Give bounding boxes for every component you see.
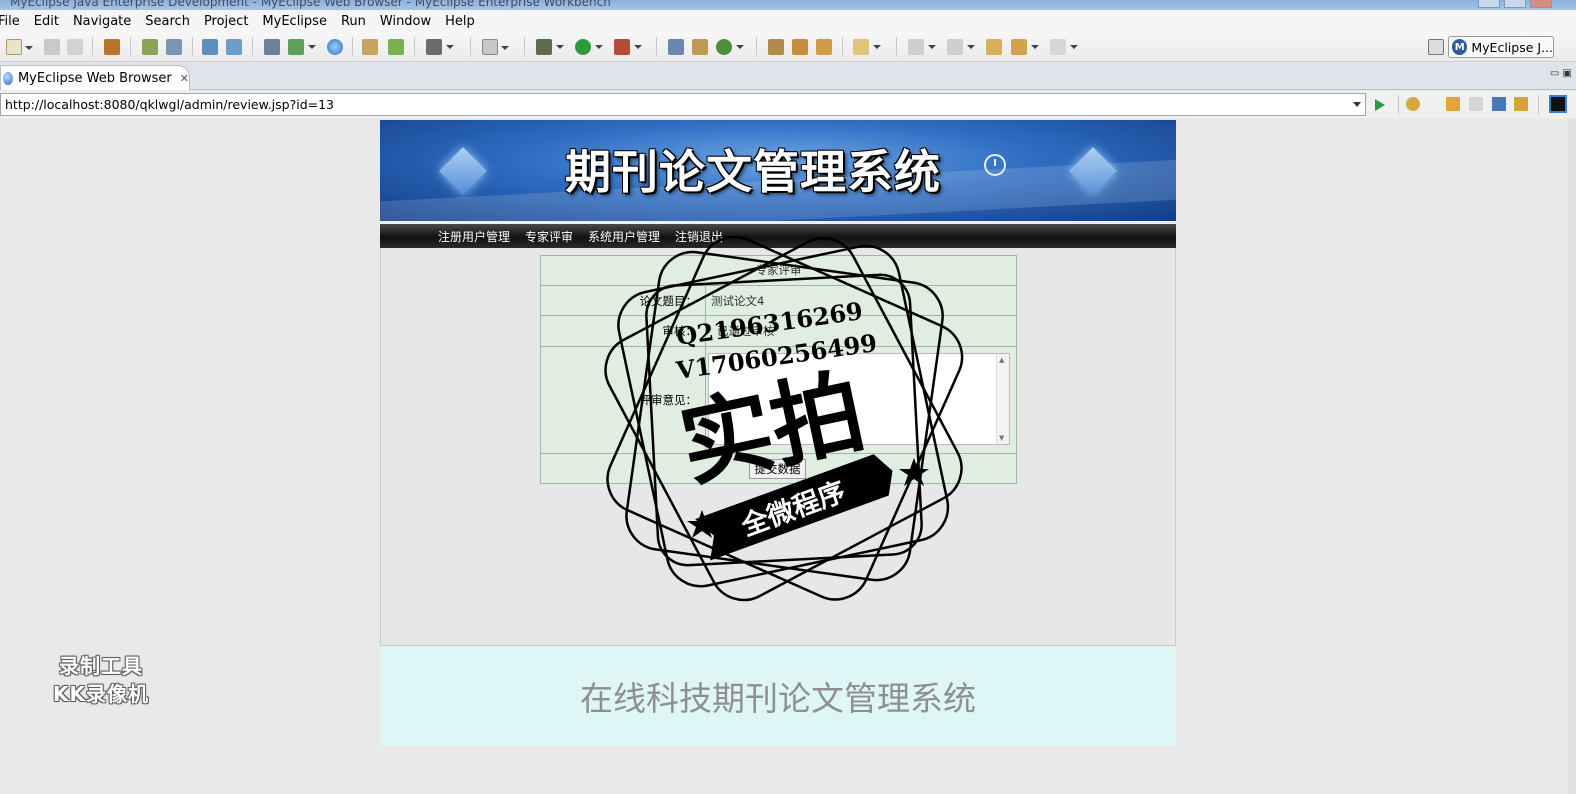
open-resource-icon[interactable] [226,39,242,55]
browser-viewport: 期刊论文管理系统 注册用户管理 专家评审 系统用户管理 注销退出 专家评审 论文… [0,118,1576,794]
maximize-window-button[interactable] [1504,0,1526,8]
title-label: 论文题目： [541,286,706,315]
web-page: 期刊论文管理系统 注册用户管理 专家评审 系统用户管理 注销退出 专家评审 论文… [380,120,1176,748]
package-icon[interactable] [104,39,120,55]
open-folder-icon[interactable] [853,39,881,55]
minimize-maximize-icon[interactable]: ▭ ▣ [1550,68,1572,79]
editor-tab-strip: MyEclipse Web Browser ✕ ▭ ▣ [0,63,1576,90]
comment-label: 评审意见： [541,347,706,453]
save-icon[interactable] [44,39,60,55]
clock-icon [984,154,1006,176]
form-caption-row: 专家评审 [541,256,1016,286]
new-server-icon[interactable] [288,39,316,55]
globe-icon [3,71,13,85]
close-tab-icon[interactable]: ✕ [180,72,189,85]
form-row-comment: 评审意见： [541,347,1016,454]
nav-logout[interactable]: 注销退出 [675,228,723,245]
new-wizard-icon[interactable] [6,39,33,55]
close-window-button[interactable] [1530,0,1552,8]
nav-expert-review[interactable]: 专家评审 [525,228,573,245]
window-title-bar: MyEclipse Java Enterprise Development - … [0,0,1576,10]
console-icon[interactable] [1549,95,1567,113]
form-caption: 专家评审 [755,263,802,277]
forward-arrow-icon[interactable] [1050,39,1078,55]
menu-myeclipse[interactable]: MyEclipse [255,14,334,29]
reload-icon[interactable] [1514,97,1528,111]
debug-icon[interactable] [536,39,564,55]
window-title: MyEclipse Java Enterprise Development - … [10,0,611,9]
last-edit-icon[interactable] [986,39,1002,55]
web-browser-icon[interactable] [327,39,343,55]
hierarchy-icon[interactable] [264,39,280,55]
menu-window[interactable]: Window [373,14,438,29]
browser-address-row: http://localhost:8080/qklwgl/admin/revie… [0,91,1576,118]
menu-file[interactable]: File [0,14,27,29]
heart-diamond-icon [1068,146,1118,196]
menu-search[interactable]: Search [138,14,197,29]
properties-icon[interactable] [692,39,708,55]
folder-icon[interactable] [362,39,378,55]
myeclipse-perspective-icon: M [1452,39,1468,55]
tab-web-browser[interactable]: MyEclipse Web Browser ✕ [0,65,190,90]
url-text: http://localhost:8080/qklwgl/admin/revie… [5,97,335,112]
perspective-switcher[interactable]: M MyEclipse J... [1448,36,1554,58]
textarea-scrollbar[interactable] [996,354,1009,444]
menu-edit[interactable]: Edit [27,14,66,29]
browser-back-icon[interactable] [1446,97,1460,111]
next-annotation-icon[interactable] [908,39,936,55]
title-value: 测试论文4 [711,293,765,308]
stop-icon[interactable] [1492,97,1506,111]
main-toolbar [0,32,1576,62]
perspective-label: MyEclipse J... [1471,39,1553,55]
page-content: 专家评审 论文题目： 测试论文4 审核： 已通过审核 评审意见： ▲ ▼ 提交数… [380,248,1176,646]
briefcase-icon[interactable] [816,39,832,55]
back-arrow-icon[interactable] [1011,39,1039,55]
open-type-icon[interactable] [202,39,218,55]
url-input[interactable]: http://localhost:8080/qklwgl/admin/revie… [0,93,1366,116]
previous-annotation-icon[interactable] [947,39,975,55]
ant-icon[interactable] [668,39,684,55]
menu-run[interactable]: Run [334,14,373,29]
nav-system-users[interactable]: 系统用户管理 [588,228,660,245]
form-row-status: 审核： 已通过审核 [541,316,1016,347]
open-perspective-icon[interactable] [1428,39,1444,55]
menu-help[interactable]: Help [438,14,482,29]
status-value[interactable]: 已通过审核 [717,316,775,346]
form-row-title: 论文题目： 测试论文4 [541,286,1016,316]
run-icon[interactable] [575,39,603,55]
pencil-icon[interactable] [792,39,808,55]
site-nav: 注册用户管理 专家评审 系统用户管理 注销退出 [380,224,1176,248]
refresh-icon[interactable] [716,39,744,55]
review-form: 专家评审 论文题目： 测试论文4 审核： 已通过审核 评审意见： ▲ ▼ 提交数… [540,255,1017,484]
add-folder-icon[interactable] [388,39,404,55]
go-icon[interactable] [1375,99,1385,111]
form-row-submit: 提交数据 [541,454,1016,483]
nav-user-management[interactable]: 注册用户管理 [438,228,510,245]
deploy-icon[interactable] [142,39,158,55]
minimize-window-button[interactable] [1478,0,1500,8]
status-label: 审核： [541,316,706,346]
site-title: 期刊论文管理系统 [565,145,941,199]
url-history-dropdown-icon[interactable] [1353,102,1361,107]
menu-navigate[interactable]: Navigate [66,14,138,29]
menu-project[interactable]: Project [197,14,255,29]
comment-textarea[interactable] [708,353,1010,445]
print-icon[interactable] [67,39,83,55]
tab-label: MyEclipse Web Browser [17,70,172,86]
open-task-icon[interactable] [768,39,784,55]
submit-button[interactable]: 提交数据 [749,459,806,479]
site-banner: 期刊论文管理系统 [380,120,1176,224]
menu-bar: File Edit Navigate Search Project MyEcli… [0,10,1576,32]
browser-forward-icon[interactable] [1469,97,1483,111]
camera-diamond-icon [438,146,488,196]
camera-icon[interactable] [426,39,454,55]
new-class-icon[interactable] [482,39,509,55]
site-footer: 在线科技期刊论文管理系统 [380,646,1176,746]
server-icon[interactable] [166,39,182,55]
favorites-icon[interactable] [1406,97,1420,111]
external-tools-icon[interactable] [614,39,642,55]
viewport-scrollbar[interactable] [1568,118,1576,794]
